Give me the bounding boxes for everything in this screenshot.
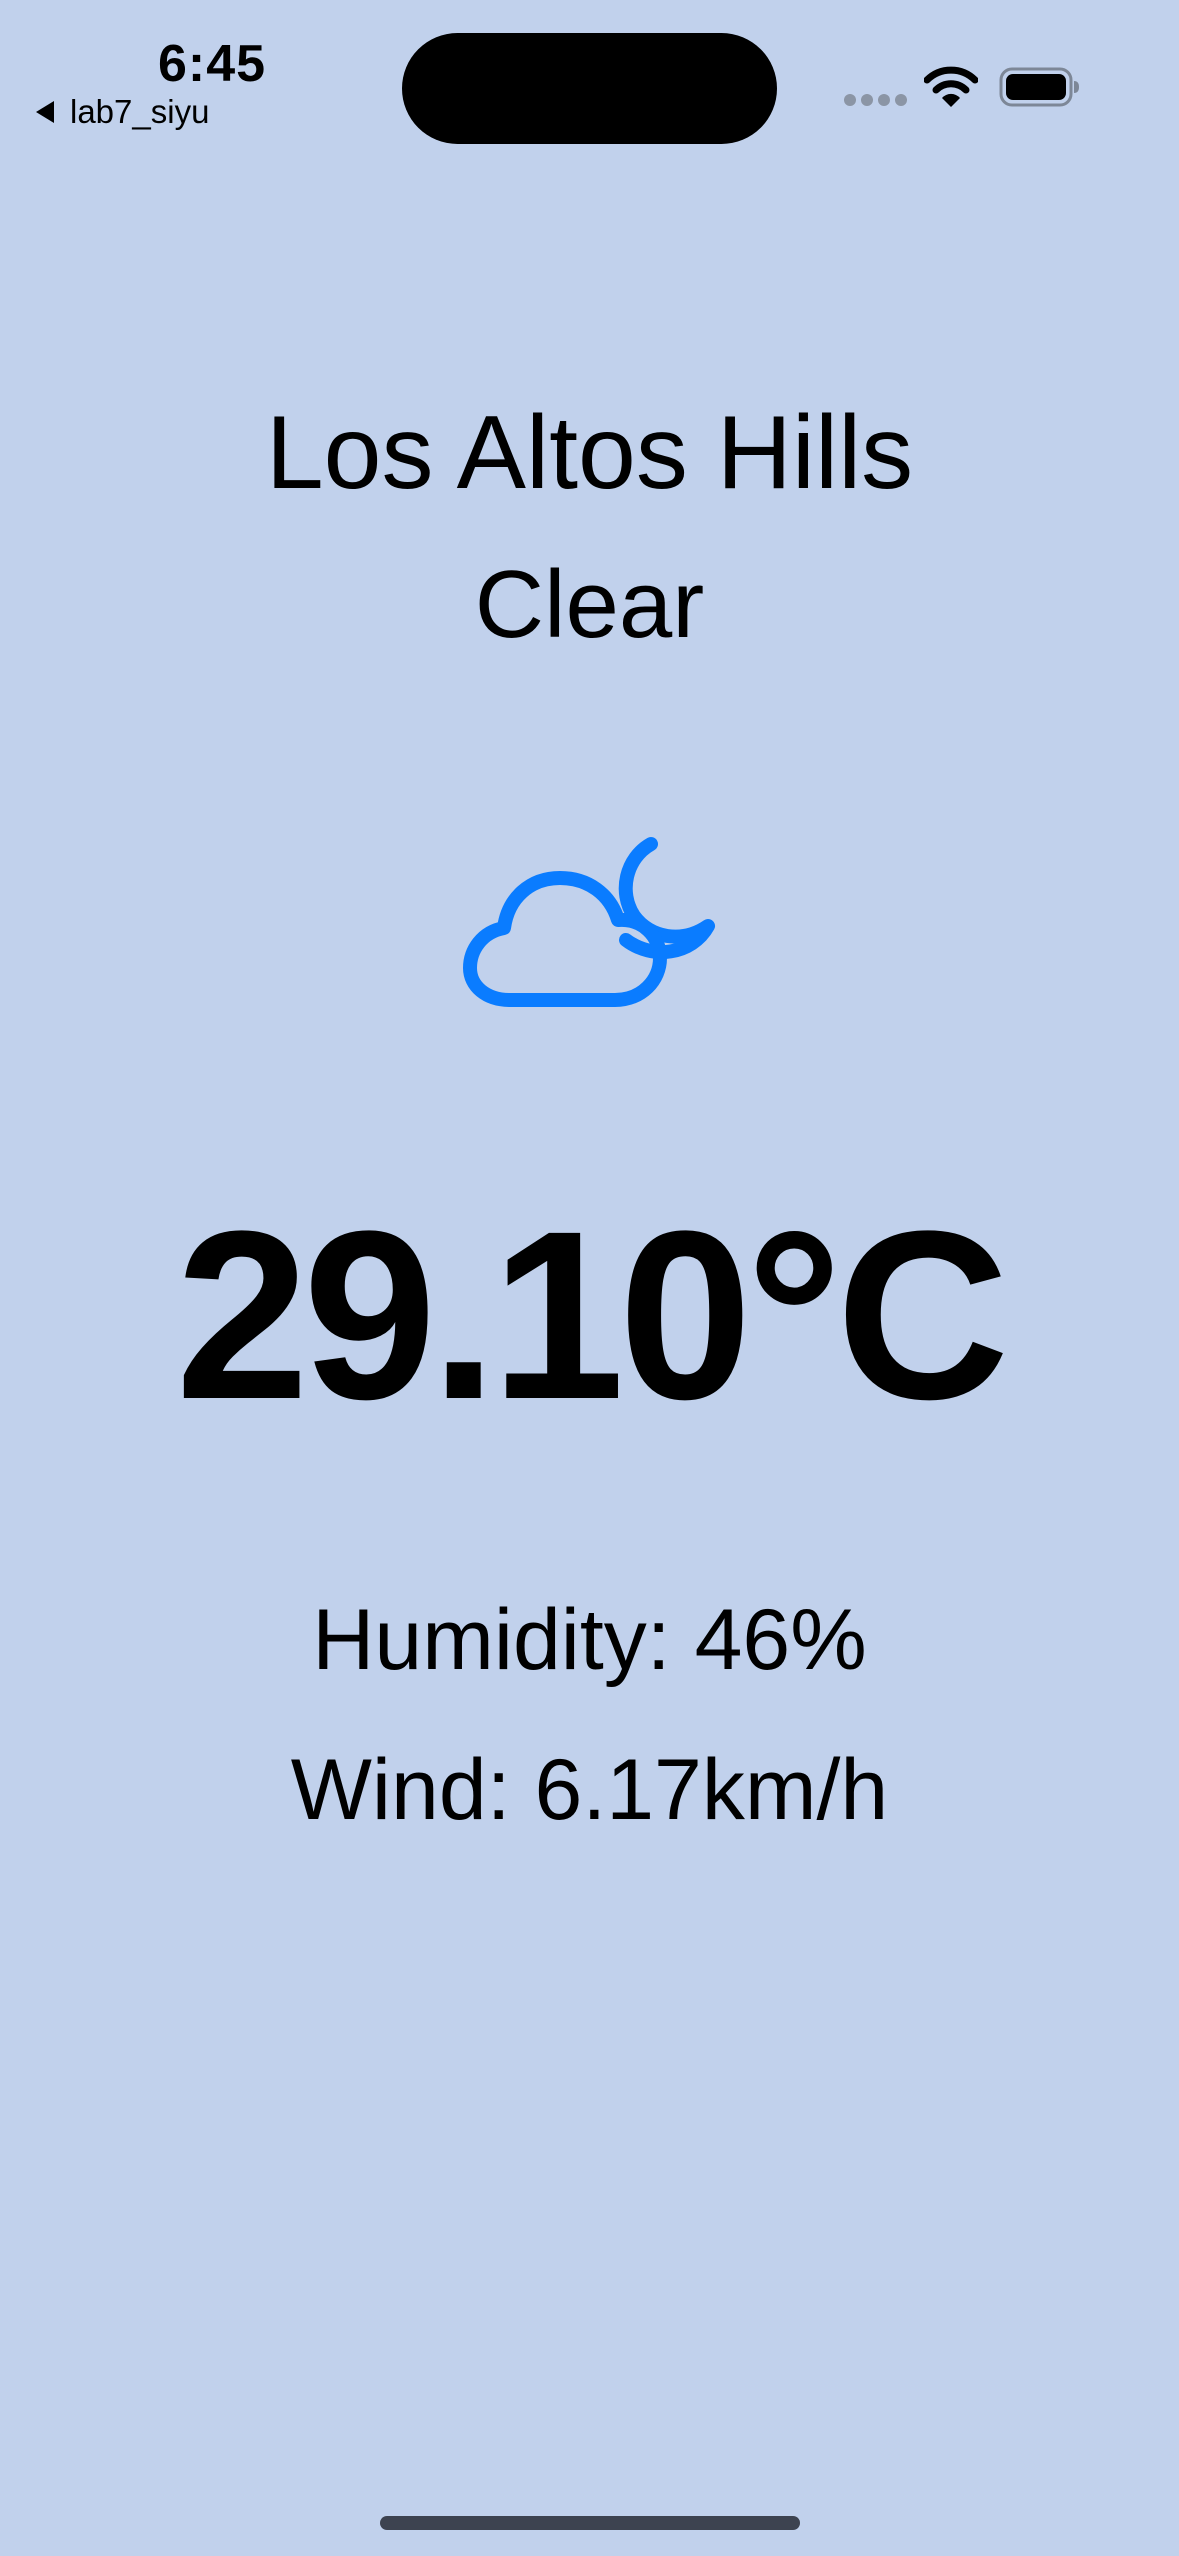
wifi-icon: [924, 66, 978, 107]
back-to-app-button[interactable]: lab7_siyu: [36, 92, 209, 132]
humidity-value: Humidity: 46%: [312, 1592, 867, 1688]
cloud-moon-icon: [463, 837, 715, 1007]
weather-condition: Clear: [474, 551, 705, 658]
status-time: 6:45: [158, 35, 267, 93]
wind-value: Wind: 6.17km/h: [290, 1742, 889, 1838]
back-app-label: lab7_siyu: [70, 93, 210, 130]
battery-icon: [999, 67, 1079, 107]
city-name: Los Altos Hills: [265, 395, 914, 511]
dynamic-island: [402, 33, 777, 144]
cellular-signal-icon: [844, 94, 907, 106]
temperature-value: 29.10°C: [175, 1181, 1010, 1449]
back-arrow-icon: [36, 101, 54, 123]
home-indicator[interactable]: [380, 2516, 800, 2530]
